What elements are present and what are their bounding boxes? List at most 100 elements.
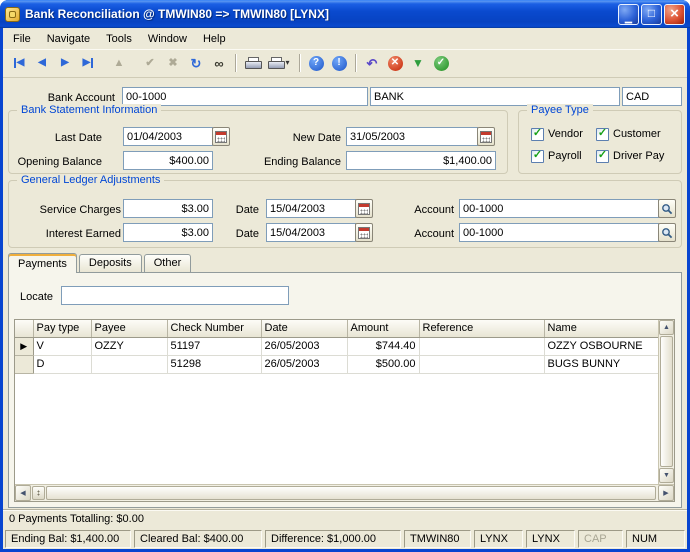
interest-earned-amount-input[interactable]	[123, 223, 213, 242]
last-date-calendar-button[interactable]	[212, 127, 230, 146]
minimize-button[interactable]: ▁	[618, 4, 639, 25]
view-button[interactable]: ∞	[208, 52, 230, 74]
refresh-button[interactable]: ↻	[185, 52, 207, 74]
cell-pay-type[interactable]: V	[33, 337, 91, 355]
move-up-button[interactable]: ▲	[108, 52, 130, 74]
close-icon: ×	[670, 6, 679, 21]
print-options-button[interactable]: ▾	[264, 52, 294, 74]
payroll-checkbox[interactable]: ✓ Payroll	[531, 149, 582, 163]
status-user: LYNX	[526, 530, 575, 548]
customer-checkbox[interactable]: ✓ Customer	[596, 127, 661, 141]
cell-date[interactable]: 26/05/2003	[261, 337, 347, 355]
currency-input[interactable]	[622, 87, 682, 106]
cell-payee[interactable]	[91, 355, 167, 373]
locate-input[interactable]	[61, 286, 289, 305]
commit-button[interactable]: ✓	[430, 52, 452, 74]
next-record-button[interactable]: ▶	[54, 52, 76, 74]
vendor-checkbox[interactable]: ✓ Vendor	[531, 127, 583, 141]
post-button[interactable]: ▼	[407, 52, 429, 74]
check-icon: ✓	[533, 150, 542, 161]
cell-name[interactable]: BUGS BUNNY	[544, 355, 658, 373]
service-charges-account-lookup-button[interactable]	[658, 199, 676, 218]
menu-item-file[interactable]: File	[5, 30, 39, 48]
row-indicator-header[interactable]	[15, 320, 33, 337]
new-date-calendar-button[interactable]	[477, 127, 495, 146]
column-header-date[interactable]: Date	[261, 320, 347, 337]
column-header-amount[interactable]: Amount	[347, 320, 419, 337]
title-bar[interactable]: Bank Reconciliation @ TMWIN80 => TMWIN80…	[0, 0, 690, 28]
driver-pay-checkbox[interactable]: ✓ Driver Pay	[596, 149, 664, 163]
cell-amount[interactable]: $744.40	[347, 337, 419, 355]
toolbar-separator	[299, 54, 301, 72]
column-header-pay-type[interactable]: Pay type	[33, 320, 91, 337]
column-header-check-number[interactable]: Check Number	[167, 320, 261, 337]
menu-item-navigate[interactable]: Navigate	[39, 30, 98, 48]
column-header-reference[interactable]: Reference	[419, 320, 544, 337]
last-date-input[interactable]	[123, 127, 213, 146]
column-header-name[interactable]: Name	[544, 320, 658, 337]
vertical-scrollbar[interactable]: ▲ ▼	[658, 320, 674, 484]
tab-other[interactable]: Other	[144, 254, 192, 272]
interest-earned-account-input[interactable]	[459, 223, 659, 242]
info-button[interactable]: !	[328, 52, 350, 74]
horizontal-scrollbar[interactable]: ◀ ▶	[15, 484, 674, 501]
service-charges-calendar-button[interactable]	[355, 199, 373, 218]
interest-earned-date-input[interactable]	[266, 223, 356, 242]
maximize-button[interactable]: □	[641, 4, 662, 25]
last-record-button[interactable]: ▶	[77, 52, 99, 74]
cell-reference[interactable]	[419, 355, 544, 373]
cell-check-number[interactable]: 51197	[167, 337, 261, 355]
tab-payments[interactable]: Payments	[8, 253, 77, 273]
column-header-payee[interactable]: Payee	[91, 320, 167, 337]
cell-date[interactable]: 26/05/2003	[261, 355, 347, 373]
cell-name[interactable]: OZZY OSBOURNE	[544, 337, 658, 355]
scroll-right-button[interactable]: ▶	[658, 485, 674, 501]
service-charges-account-input[interactable]	[459, 199, 659, 218]
interest-earned-calendar-button[interactable]	[355, 223, 373, 242]
cell-amount[interactable]: $500.00	[347, 355, 419, 373]
gl-adjustments-group-title: General Ledger Adjustments	[17, 174, 164, 187]
interest-earned-account-lookup-button[interactable]	[658, 223, 676, 242]
accept-button[interactable]: ✔	[139, 52, 161, 74]
opening-balance-label: Opening Balance	[14, 153, 102, 171]
menu-item-help[interactable]: Help	[195, 30, 234, 48]
close-button[interactable]: ×	[664, 4, 685, 25]
scroll-left-button[interactable]: ◀	[15, 485, 31, 501]
first-record-icon: ◀	[14, 58, 25, 68]
cancel-button[interactable]: ✖	[162, 52, 184, 74]
first-record-button[interactable]: ◀	[8, 52, 30, 74]
splitter-grip[interactable]	[32, 486, 45, 500]
cell-check-number[interactable]: 51298	[167, 355, 261, 373]
tab-deposits[interactable]: Deposits	[79, 254, 142, 272]
scroll-down-button[interactable]: ▼	[659, 468, 674, 483]
vertical-scroll-thumb[interactable]	[660, 336, 673, 467]
new-date-input[interactable]	[346, 127, 478, 146]
minimize-icon: ▁	[625, 14, 632, 23]
status-difference: Difference: $1,000.00	[265, 530, 401, 548]
cell-reference[interactable]	[419, 337, 544, 355]
prior-record-icon: ◀	[38, 58, 46, 68]
horizontal-scroll-thumb[interactable]	[46, 486, 656, 500]
prior-record-button[interactable]: ◀	[31, 52, 53, 74]
opening-balance-input[interactable]	[123, 151, 213, 170]
ending-balance-input[interactable]	[346, 151, 496, 170]
menu-item-tools[interactable]: Tools	[98, 30, 140, 48]
help-button[interactable]: ?	[305, 52, 327, 74]
client-area: File Navigate Tools Window Help ◀ ◀ ▶ ▶ …	[3, 28, 687, 549]
cell-pay-type[interactable]: D	[33, 355, 91, 373]
abort-button[interactable]: ✕	[384, 52, 406, 74]
print-button[interactable]	[241, 52, 263, 74]
check-icon: ✓	[598, 150, 607, 161]
service-charges-date-input[interactable]	[266, 199, 356, 218]
status-caps-lock: CAP	[578, 530, 623, 548]
service-charges-amount-input[interactable]	[123, 199, 213, 218]
menu-item-window[interactable]: Window	[140, 30, 195, 48]
checkbox-box: ✓	[531, 150, 544, 163]
cell-payee[interactable]: OZZY	[91, 337, 167, 355]
info-icon: !	[332, 56, 347, 71]
help-icon: ?	[309, 56, 324, 71]
table-row[interactable]: ▶ V OZZY 51197 26/05/2003 $744.40 OZZY O…	[15, 337, 658, 355]
scroll-up-button[interactable]: ▲	[659, 320, 674, 335]
table-row[interactable]: D 51298 26/05/2003 $500.00 BUGS BUNNY	[15, 355, 658, 373]
undo-button[interactable]: ↶	[361, 52, 383, 74]
